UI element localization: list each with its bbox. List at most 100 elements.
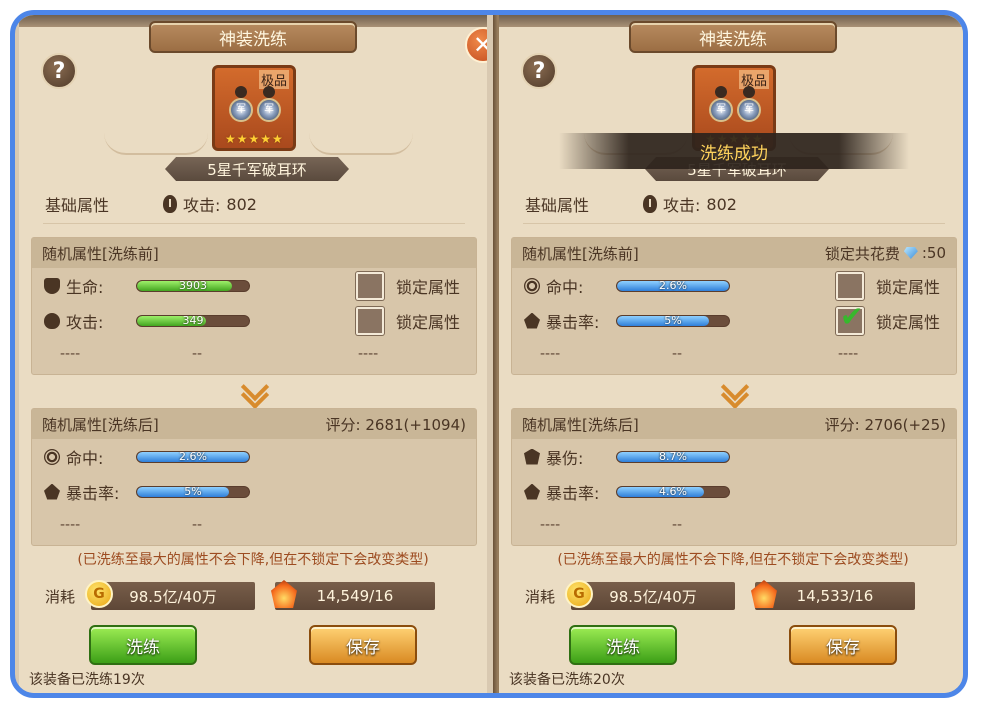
attribute-name: 暴击率: xyxy=(546,312,600,332)
attribute-row: 攻击: 349 锁定属性 xyxy=(32,303,476,338)
stone-cost-value: 14,549/16 xyxy=(316,587,394,605)
cost-row: 消耗 G 98.5亿/40万 14,533/16 xyxy=(525,579,945,613)
attribute-name: 暴伤: xyxy=(546,448,584,468)
empty-slot: ---- xyxy=(838,346,859,362)
save-button[interactable]: 保存 xyxy=(309,625,417,665)
bar-value: 5% xyxy=(664,314,682,327)
empty-slot: -- xyxy=(672,346,683,362)
bar-value: 8.7% xyxy=(659,450,687,463)
attribute-bar: 4.6% xyxy=(616,485,730,498)
panel-title: 神装洗练 xyxy=(149,21,357,53)
lock-cost-value: :50 xyxy=(921,244,946,262)
attribute-bar: 5% xyxy=(136,485,250,498)
help-icon[interactable]: ? xyxy=(521,53,557,89)
lock-checkbox[interactable] xyxy=(356,271,384,300)
bar-value: 349 xyxy=(182,314,204,327)
cost-label: 消耗 xyxy=(45,587,76,606)
gold-cost: G 98.5亿/40万 xyxy=(565,580,735,610)
stone-cost-value: 14,533/16 xyxy=(796,587,874,605)
accuracy-icon xyxy=(524,277,540,294)
lock-checkbox[interactable] xyxy=(836,271,864,300)
earring-hook xyxy=(235,86,247,98)
empty-slot: ---- xyxy=(358,346,379,362)
section-after: 随机属性[洗练后] 评分: 2706(+25) 暴伤: 8.7% 暴击率: 4.… xyxy=(511,408,957,546)
section-header: 随机属性[洗练前] xyxy=(32,238,476,268)
ornament-right xyxy=(309,133,413,155)
lock-cost-label: 锁定共花费 xyxy=(824,244,900,263)
earring-hook xyxy=(743,86,755,98)
arrow-down-icon xyxy=(717,377,753,405)
gold-cost-value: 98.5亿/40万 xyxy=(129,587,217,606)
empty-attribute-row: ---- -- xyxy=(32,509,476,541)
attribute-bar: 2.6% xyxy=(136,450,250,463)
refine-note: (已洗练至最大的属性不会下降,但在不锁定下会改变类型) xyxy=(77,552,429,568)
cost-row: 消耗 G 98.5亿/40万 14,549/16 xyxy=(45,579,465,613)
check-icon: ✔ xyxy=(840,299,864,333)
lock-checkbox-checked[interactable]: ✔ xyxy=(836,302,864,335)
earring-gem: 军 xyxy=(737,98,761,122)
base-attribute-row: 基础属性 攻击: 802 xyxy=(45,189,465,219)
earring-icon: 军 军 xyxy=(709,86,763,128)
score: 评分: 2706(+25) xyxy=(824,415,946,434)
lock-label: 锁定属性 xyxy=(876,277,941,297)
attribute-bar: 8.7% xyxy=(616,450,730,463)
accuracy-icon xyxy=(44,448,60,465)
empty-slot: -- xyxy=(192,517,203,533)
gold-cost: G 98.5亿/40万 xyxy=(85,580,255,610)
attribute-row: 暴击率: 4.6% xyxy=(512,474,956,509)
earring-icon: 军 军 xyxy=(229,86,283,128)
stone-cost: 14,533/16 xyxy=(751,580,915,610)
hp-icon xyxy=(44,277,60,294)
earring-gem: 军 xyxy=(229,98,253,122)
refine-button[interactable]: 洗练 xyxy=(569,625,677,665)
attribute-bar: 3903 xyxy=(136,279,250,292)
refine-stone-icon xyxy=(271,580,297,608)
refine-button[interactable]: 洗练 xyxy=(89,625,197,665)
section-before: 随机属性[洗练前] 锁定共花费 :50 命中: 2.6% 锁定属性 暴击率: 5… xyxy=(511,237,957,375)
empty-slot: -- xyxy=(672,517,683,533)
bar-value: 4.6% xyxy=(659,485,687,498)
equipment-slot[interactable]: 极品 军 军 ★★★★★ xyxy=(212,65,296,151)
attribute-row: 生命: 3903 锁定属性 xyxy=(32,268,476,303)
lock-cost: 锁定共花费 :50 xyxy=(825,243,946,264)
attribute-bar: 2.6% xyxy=(616,279,730,292)
attribute-name: 命中: xyxy=(546,277,584,297)
refine-count: 该装备已洗练20次 xyxy=(509,672,625,688)
cost-label: 消耗 xyxy=(525,587,556,606)
base-attribute-name: 攻击: xyxy=(663,196,701,215)
attribute-row: 命中: 2.6% 锁定属性 xyxy=(512,268,956,303)
empty-slot: -- xyxy=(192,346,203,362)
refine-note: (已洗练至最大的属性不会下降,但在不锁定下会改变类型) xyxy=(557,552,909,568)
score: 评分: 2681(+1094) xyxy=(325,415,466,434)
star-rating: ★★★★★ xyxy=(225,132,284,146)
section-header: 随机属性[洗练后] 评分: 2681(+1094) xyxy=(32,409,476,439)
base-attribute-name: 攻击: xyxy=(183,196,221,215)
crit-icon xyxy=(524,312,540,329)
bar-value: 2.6% xyxy=(659,279,687,292)
refine-stone-icon xyxy=(751,580,777,608)
help-icon[interactable]: ? xyxy=(41,53,77,89)
divider-line xyxy=(43,223,465,224)
save-button[interactable]: 保存 xyxy=(789,625,897,665)
screenshot-frame: 神装洗练 ? 极品 军 军 ★★★★★ 5星千军破耳环 基础属性 攻击: 802… xyxy=(10,10,968,698)
gold-coin-icon: G xyxy=(85,580,113,608)
attribute-name: 命中: xyxy=(66,448,104,468)
section-title: 随机属性[洗练后] xyxy=(42,415,159,434)
panel-title: 神装洗练 xyxy=(629,21,837,53)
attribute-row: 命中: 2.6% xyxy=(32,439,476,474)
attack-icon xyxy=(163,195,177,213)
lock-checkbox[interactable] xyxy=(356,306,384,335)
attribute-row: 暴击率: 5% ✔ 锁定属性 xyxy=(512,302,956,338)
empty-slot: ---- xyxy=(60,346,81,362)
arrow-down-icon xyxy=(237,377,273,405)
attack-icon xyxy=(643,195,657,213)
diamond-icon xyxy=(903,247,918,259)
lock-label: 锁定属性 xyxy=(396,277,461,297)
section-after: 随机属性[洗练后] 评分: 2681(+1094) 命中: 2.6% 暴击率: … xyxy=(31,408,477,546)
close-icon[interactable]: ✕ xyxy=(465,27,487,63)
earring-hook xyxy=(263,86,275,98)
crit-icon xyxy=(44,483,60,500)
empty-attribute-row: ---- -- ---- xyxy=(512,338,956,370)
section-title: 随机属性[洗练前] xyxy=(42,244,159,263)
attribute-name: 生命: xyxy=(66,277,104,297)
